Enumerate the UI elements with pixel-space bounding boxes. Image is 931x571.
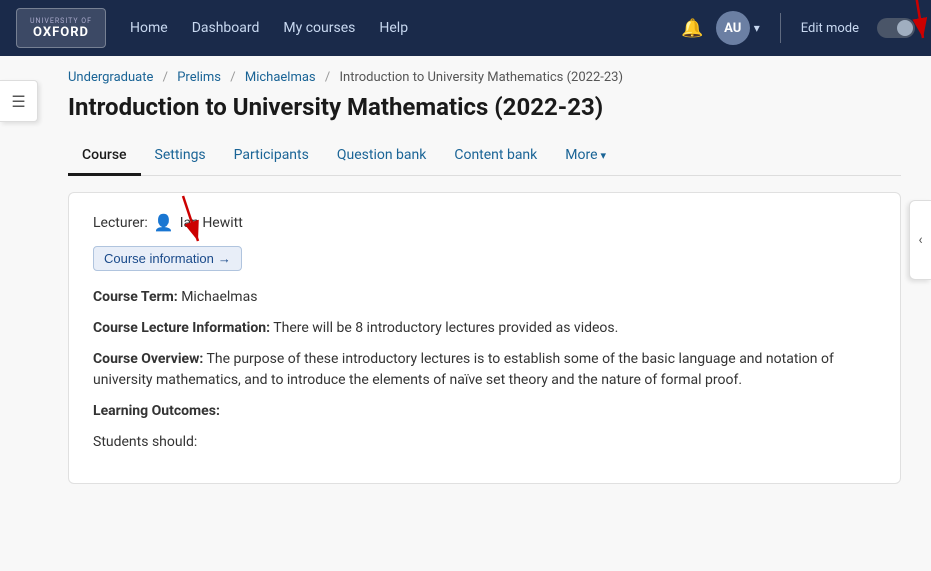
edit-mode-label: Edit mode [801,21,859,36]
sidebar-toggle[interactable]: ☰ [0,80,38,122]
lecturer-row: Lecturer: 👤 Ian Hewitt [93,213,876,232]
logo[interactable]: UNIVERSITY OF OXFORD [16,8,106,48]
navbar: UNIVERSITY OF OXFORD Home Dashboard My c… [0,0,931,56]
nav-dashboard[interactable]: Dashboard [192,20,260,36]
chevron-left-icon: ‹ [918,232,922,248]
learning-outcomes-sub-text: Students should: [93,434,197,450]
right-sidebar-toggle[interactable]: ‹ [909,200,931,280]
tab-settings[interactable]: Settings [141,137,220,176]
breadcrumb-sep-1: / [163,70,168,85]
learning-outcomes-label: Learning Outcomes: [93,403,220,419]
user-menu[interactable]: AU ▾ [716,11,760,45]
course-overview: Course Overview: The purpose of these in… [93,349,876,391]
nav-home[interactable]: Home [130,20,168,36]
breadcrumb-prelims[interactable]: Prelims [177,70,221,85]
tab-course[interactable]: Course [68,137,141,176]
nav-divider [780,13,781,43]
page-title: Introduction to University Mathematics (… [68,93,901,121]
course-lecture-info: Course Lecture Information: There will b… [93,318,876,339]
nav-help[interactable]: Help [379,20,408,36]
course-overview-label: Course Overview: [93,351,203,367]
course-term-value: Michaelmas [181,289,257,305]
tab-more-chevron: ▾ [601,149,607,162]
breadcrumb-current: Introduction to University Mathematics (… [340,70,624,85]
course-info-wrapper: Course information → [93,246,242,287]
learning-outcomes-sub: Students should: [93,432,876,453]
course-tabs: Course Settings Participants Question ba… [68,137,901,176]
tab-more[interactable]: More ▾ [551,137,620,176]
logo-text-main: OXFORD [33,25,89,40]
tab-participants[interactable]: Participants [220,137,323,176]
person-icon: 👤 [154,213,174,232]
main-nav: Home Dashboard My courses Help [130,20,681,36]
course-term-label: Course Term: [93,289,178,305]
breadcrumb: Undergraduate / Prelims / Michaelmas / I… [68,56,901,93]
course-info-button[interactable]: Course information → [93,246,242,271]
edit-mode-toggle[interactable] [877,18,915,38]
nav-my-courses[interactable]: My courses [283,20,355,36]
lecturer-label: Lecturer: [93,215,148,231]
main-content: Undergraduate / Prelims / Michaelmas / I… [38,56,931,484]
hamburger-icon: ☰ [11,92,25,111]
course-content-card: Lecturer: 👤 Ian Hewitt Course informatio… [68,192,901,484]
lecturer-name: Ian Hewitt [180,215,243,231]
tab-content-bank[interactable]: Content bank [440,137,551,176]
course-overview-value: The purpose of these introductory lectur… [93,351,834,388]
breadcrumb-sep-3: / [325,70,330,85]
avatar[interactable]: AU [716,11,750,45]
breadcrumb-michaelmas[interactable]: Michaelmas [245,70,316,85]
learning-outcomes: Learning Outcomes: [93,401,876,422]
course-info-arrow-icon: → [218,251,231,266]
course-lecture-value: There will be 8 introductory lectures pr… [273,320,618,336]
course-lecture-label: Course Lecture Information: [93,320,270,336]
logo-text-top: UNIVERSITY OF [30,17,92,25]
tab-question-bank[interactable]: Question bank [323,137,440,176]
avatar-chevron: ▾ [754,21,760,35]
breadcrumb-undergraduate[interactable]: Undergraduate [68,70,153,85]
navbar-right: 🔔 AU ▾ Edit mode [681,11,915,45]
notifications-icon[interactable]: 🔔 [681,18,703,39]
tab-more-label: More [565,147,597,163]
course-info-label: Course information [104,251,214,266]
breadcrumb-sep-2: / [230,70,235,85]
course-term: Course Term: Michaelmas [93,287,876,308]
